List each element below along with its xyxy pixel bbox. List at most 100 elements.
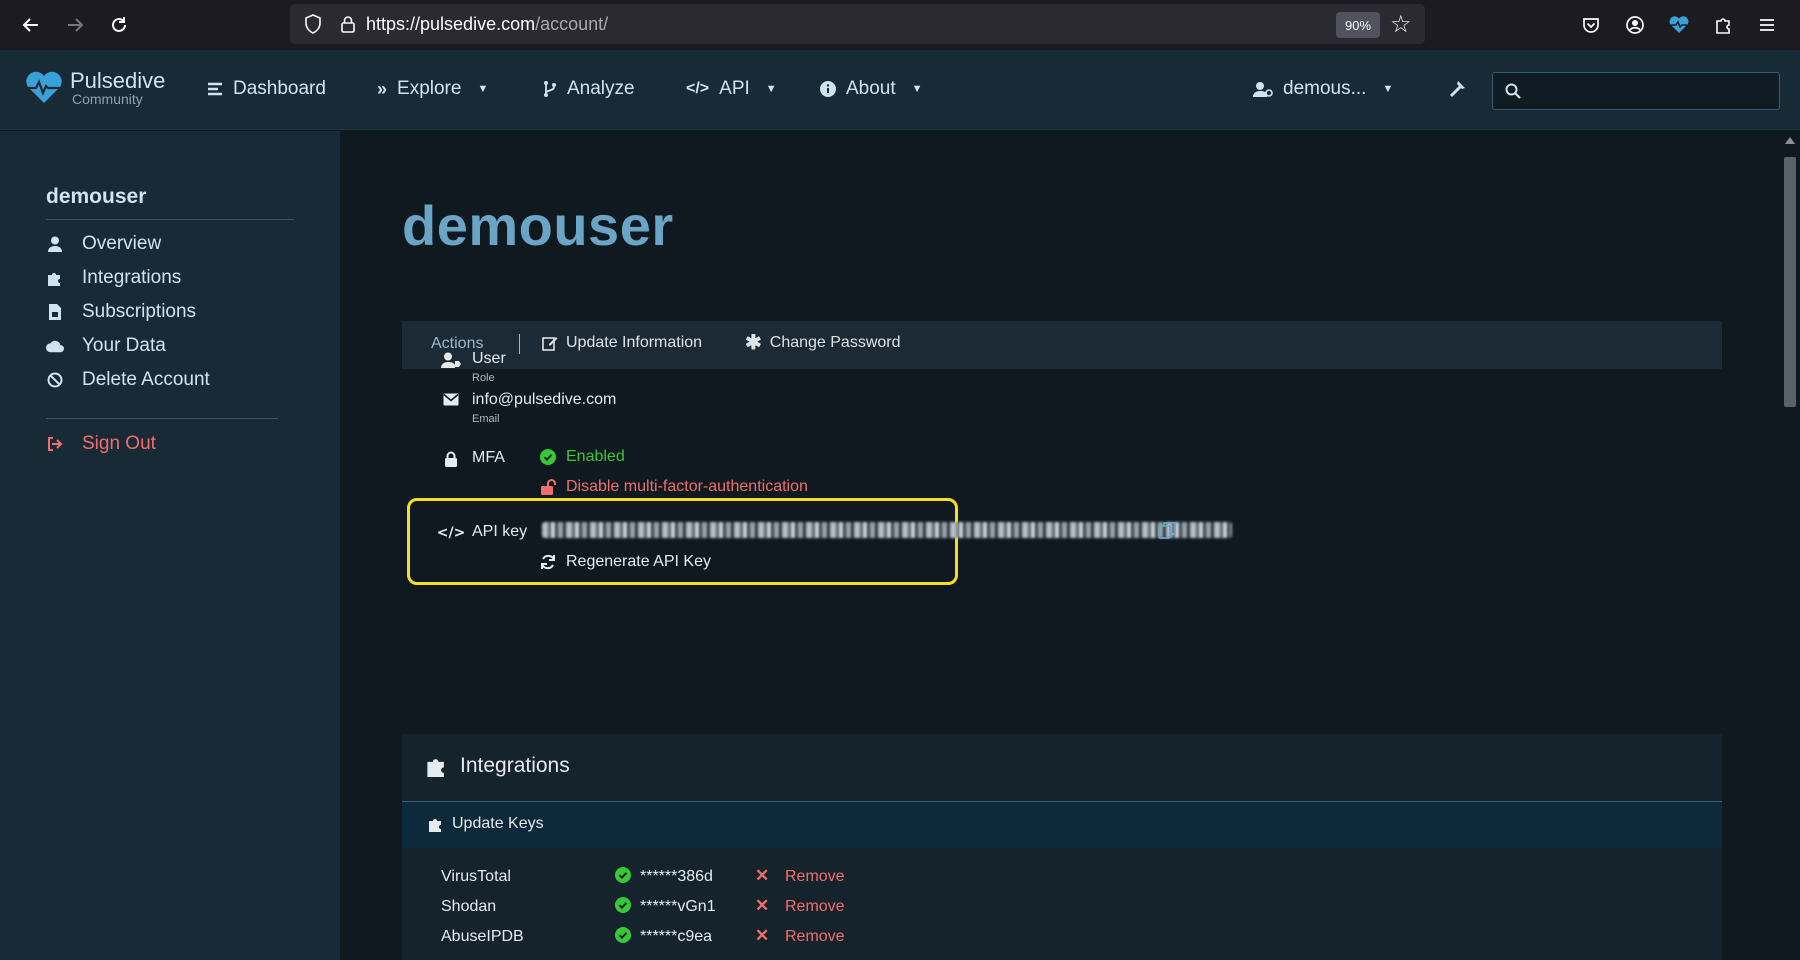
nav-analyze-label: Analyze bbox=[567, 78, 635, 99]
caret-down-icon: ▼ bbox=[1382, 83, 1394, 95]
integrations-header: Integrations bbox=[402, 734, 1722, 802]
asterisk-icon: ✱ bbox=[745, 332, 762, 354]
check-circle-icon bbox=[615, 867, 631, 888]
user-icon bbox=[46, 236, 64, 252]
sidebar-item-subscriptions[interactable]: Subscriptions bbox=[46, 301, 196, 323]
integration-name: VirusTotal bbox=[441, 868, 511, 885]
api-key-row: </> API key bbox=[437, 523, 528, 541]
lock-icon bbox=[440, 449, 462, 467]
page-title: demouser bbox=[402, 194, 674, 257]
puzzle-icon bbox=[46, 270, 64, 286]
user-tag-icon bbox=[440, 350, 462, 368]
email-row: info@pulsedive.com Email bbox=[440, 391, 616, 425]
disable-mfa-label: Disable multi-factor-authentication bbox=[566, 478, 808, 495]
sidebar-item-your-data[interactable]: Your Data bbox=[46, 335, 166, 357]
sign-out-icon bbox=[46, 437, 64, 451]
pocket-icon[interactable] bbox=[1576, 10, 1606, 40]
sidebar-item-label: Your Data bbox=[82, 335, 166, 356]
bookmark-star-icon[interactable]: ☆ bbox=[1390, 10, 1412, 38]
remove-integration-link[interactable]: Remove bbox=[785, 868, 845, 886]
mfa-row: MFA bbox=[440, 449, 505, 467]
check-circle-icon bbox=[615, 927, 631, 948]
integrations-title-label: Integrations bbox=[460, 754, 570, 777]
remove-integration-link[interactable]: Remove bbox=[785, 898, 845, 916]
pulsedive-extension-icon[interactable] bbox=[1664, 10, 1694, 40]
account-icon[interactable] bbox=[1620, 10, 1650, 40]
pulsedive-logo[interactable]: Pulsedive Community bbox=[24, 70, 165, 106]
role-row: User Role bbox=[440, 350, 506, 384]
integration-row: Shodan ******vGn1 ✕ Remove bbox=[402, 894, 1722, 924]
user-cog-icon bbox=[1253, 82, 1273, 97]
site-search[interactable] bbox=[1492, 72, 1780, 110]
update-keys-label: Update Keys bbox=[452, 815, 544, 832]
sidebar-item-delete-account[interactable]: Delete Account bbox=[46, 369, 210, 391]
role-value: User bbox=[472, 350, 506, 367]
api-key-label: API key bbox=[472, 523, 528, 540]
tools-button[interactable] bbox=[1448, 78, 1468, 98]
site-header: Pulsedive Community Dashboard » Explore … bbox=[0, 50, 1800, 130]
email-label: Email bbox=[472, 413, 500, 425]
role-label: Role bbox=[472, 372, 495, 384]
hamburger-menu-icon[interactable] bbox=[1752, 10, 1782, 40]
url-path: /account/ bbox=[535, 14, 609, 34]
main-content: demouser Actions Update Information ✱ Ch… bbox=[340, 131, 1780, 960]
sidebar-item-label: Delete Account bbox=[82, 369, 210, 390]
integration-row: VirusTotal ******386d ✕ Remove bbox=[402, 864, 1722, 894]
nav-api[interactable]: </> API ▼ bbox=[686, 78, 777, 100]
integrations-panel: Integrations Update Keys VirusTotal ****… bbox=[402, 734, 1722, 960]
ban-icon bbox=[46, 372, 64, 388]
times-icon[interactable]: ✕ bbox=[755, 896, 769, 916]
search-input[interactable] bbox=[1531, 77, 1771, 105]
url-host: https://pulsedive.com bbox=[366, 14, 536, 34]
integration-key: ******c9ea bbox=[640, 928, 713, 945]
update-keys-bar: Update Keys bbox=[402, 802, 1722, 848]
change-password-button[interactable]: ✱ Change Password bbox=[745, 332, 901, 354]
scroll-thumb[interactable] bbox=[1784, 157, 1796, 407]
integration-row: AbuseIPDB ******c9ea ✕ Remove bbox=[402, 924, 1722, 954]
nav-about[interactable]: About ▼ bbox=[820, 78, 923, 100]
nav-analyze[interactable]: Analyze bbox=[543, 78, 635, 100]
integrations-title: Integrations bbox=[426, 754, 570, 778]
nav-user-menu[interactable]: demous... ▼ bbox=[1253, 78, 1393, 100]
sidebar-item-integrations[interactable]: Integrations bbox=[46, 267, 181, 289]
scroll-up-arrow-icon[interactable] bbox=[1785, 137, 1795, 144]
nav-about-label: About bbox=[846, 78, 896, 99]
address-bar[interactable]: https://pulsedive.com/account/ 90% ☆ bbox=[290, 4, 1425, 44]
copy-icon[interactable] bbox=[1158, 521, 1176, 543]
url-text[interactable]: https://pulsedive.com/account/ bbox=[366, 14, 608, 35]
browser-toolbar: https://pulsedive.com/account/ 90% ☆ bbox=[0, 0, 1800, 50]
code-branch-icon bbox=[544, 81, 556, 97]
page-scrollbar[interactable] bbox=[1780, 131, 1800, 960]
sidebar-item-label: Subscriptions bbox=[82, 301, 197, 322]
sidebar-signout-label: Sign Out bbox=[82, 433, 156, 454]
reload-icon[interactable] bbox=[104, 10, 134, 40]
change-password-label: Change Password bbox=[769, 334, 901, 351]
forward-icon[interactable] bbox=[60, 10, 90, 40]
info-circle-icon bbox=[820, 81, 836, 97]
times-icon[interactable]: ✕ bbox=[755, 926, 769, 946]
nav-explore[interactable]: » Explore ▼ bbox=[377, 78, 488, 100]
sidebar-divider bbox=[46, 418, 278, 419]
zoom-level-badge[interactable]: 90% bbox=[1336, 12, 1380, 38]
disable-mfa-link[interactable]: Disable multi-factor-authentication bbox=[540, 478, 808, 496]
nav-dashboard[interactable]: Dashboard bbox=[207, 78, 326, 100]
sidebar-item-overview[interactable]: Overview bbox=[46, 233, 161, 255]
shield-icon[interactable] bbox=[304, 14, 322, 38]
regenerate-api-key-label: Regenerate API Key bbox=[566, 553, 711, 570]
sidebar-item-sign-out[interactable]: Sign Out bbox=[46, 433, 156, 455]
regenerate-api-key-button[interactable]: Regenerate API Key bbox=[540, 553, 711, 571]
puzzle-icon bbox=[429, 819, 441, 832]
remove-integration-link[interactable]: Remove bbox=[785, 928, 845, 946]
back-icon[interactable] bbox=[16, 10, 46, 40]
extensions-puzzle-icon[interactable] bbox=[1708, 10, 1738, 40]
sidebar-divider bbox=[46, 219, 294, 220]
search-icon bbox=[1505, 83, 1521, 99]
caret-down-icon: ▼ bbox=[765, 83, 777, 95]
times-icon[interactable]: ✕ bbox=[755, 866, 769, 886]
check-circle-icon bbox=[615, 897, 631, 918]
lock-icon[interactable] bbox=[340, 15, 356, 37]
update-information-button[interactable]: Update Information bbox=[542, 334, 702, 352]
nav-user-label: demous... bbox=[1283, 78, 1367, 99]
check-circle-icon bbox=[540, 449, 556, 465]
update-keys-button[interactable]: Update Keys bbox=[428, 815, 544, 833]
